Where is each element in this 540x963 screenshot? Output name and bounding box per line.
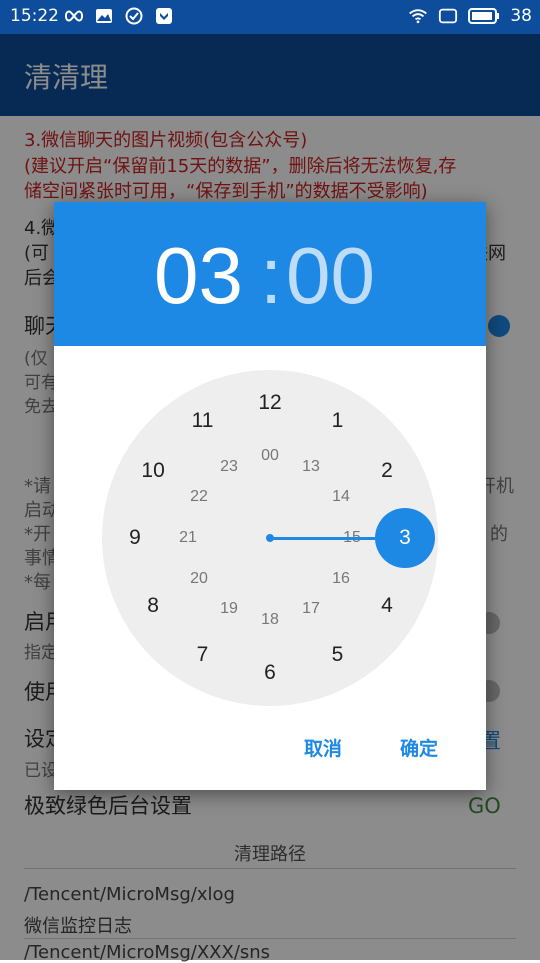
ok-button[interactable]: 确定 — [400, 734, 438, 761]
battery-icon — [468, 6, 500, 26]
clock-number[interactable]: 10 — [141, 459, 164, 483]
clock-number[interactable]: 5 — [332, 643, 344, 667]
clock-number[interactable]: 16 — [332, 570, 350, 588]
infinity-icon — [64, 6, 84, 26]
clock-number[interactable]: 11 — [192, 409, 214, 433]
clock-hand[interactable] — [270, 536, 375, 540]
status-notification-icons — [64, 6, 174, 26]
minute-display[interactable]: 00 — [286, 230, 375, 322]
screen-icon — [438, 6, 458, 26]
clock-number[interactable]: 19 — [220, 600, 238, 618]
clock-number[interactable]: 9 — [129, 526, 141, 550]
clock-number[interactable]: 18 — [261, 611, 279, 629]
clock-number[interactable]: 17 — [302, 600, 320, 618]
battery-level: 38 — [510, 6, 532, 26]
clock-number[interactable]: 23 — [220, 458, 238, 476]
clock-center — [266, 534, 274, 542]
clock-number[interactable]: 13 — [302, 458, 320, 476]
time-separator: : — [260, 231, 283, 320]
clock-number[interactable]: 12 — [258, 391, 281, 415]
clock-number[interactable]: 7 — [197, 643, 209, 667]
hour-display[interactable]: 03 — [154, 230, 243, 322]
time-header: 03 : 00 — [54, 202, 486, 346]
clock-number[interactable]: 2 — [381, 459, 393, 483]
mail-icon — [94, 6, 114, 26]
clock-number[interactable]: 6 — [264, 661, 276, 685]
clock-number[interactable]: 20 — [190, 570, 208, 588]
shield-icon — [154, 6, 174, 26]
time-picker-dialog: 03 : 00 12123456789101100131415161718192… — [54, 202, 486, 790]
wifi-icon — [408, 6, 428, 26]
check-circle-icon — [124, 6, 144, 26]
clock-number[interactable]: 4 — [381, 594, 393, 618]
clock-number[interactable]: 21 — [179, 529, 197, 547]
clock-number[interactable]: 14 — [332, 488, 350, 506]
clock-number[interactable]: 8 — [147, 594, 159, 618]
status-system-icons: 38 — [408, 6, 532, 26]
clock-face[interactable]: 1212345678910110013141516171819202122233 — [102, 370, 438, 706]
clock-number[interactable]: 1 — [332, 409, 344, 433]
clock-number[interactable]: 00 — [261, 447, 279, 465]
status-time: 15:22 — [10, 6, 59, 26]
status-bar: 15:22 38 — [0, 0, 540, 34]
cancel-button[interactable]: 取消 — [304, 734, 342, 761]
clock-number[interactable]: 22 — [190, 488, 208, 506]
selected-hour-indicator[interactable]: 3 — [375, 508, 435, 568]
